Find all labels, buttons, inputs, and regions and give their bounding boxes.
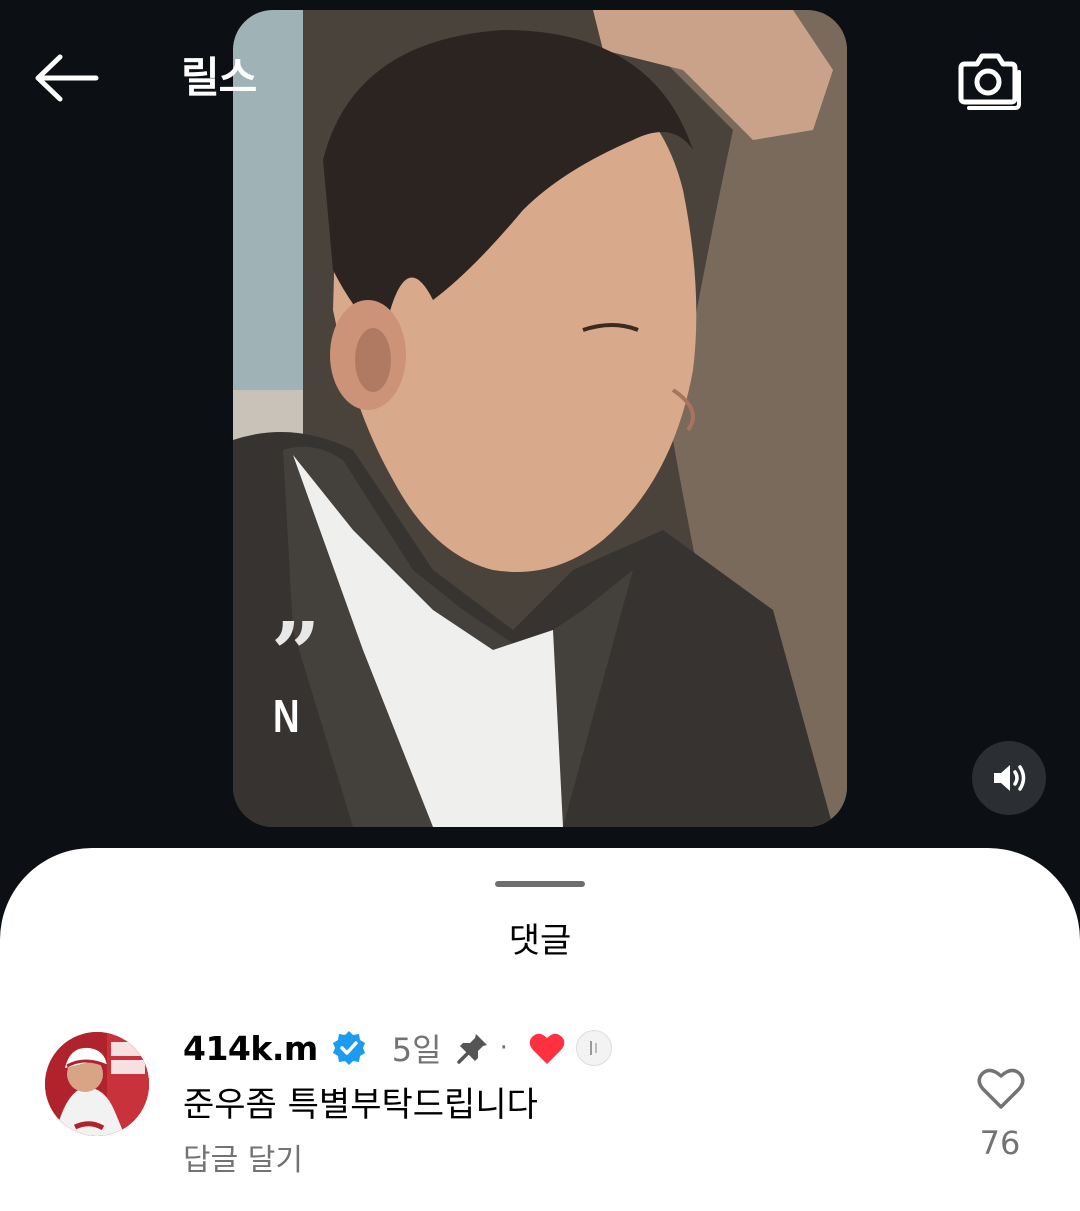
camera-button[interactable] bbox=[950, 44, 1030, 118]
comment-header: 414k.m 5일 · bbox=[183, 1023, 612, 1073]
video-overlay-quote: ” bbox=[271, 604, 321, 705]
pin-icon bbox=[456, 1031, 490, 1065]
arrow-left-icon bbox=[35, 54, 99, 102]
volume-button[interactable] bbox=[972, 741, 1046, 815]
sheet-title: 댓글 bbox=[508, 921, 572, 961]
like-count: 76 bbox=[979, 1124, 1021, 1162]
reel-video-frame bbox=[233, 10, 847, 827]
like-comment-button[interactable] bbox=[972, 1063, 1030, 1113]
back-button[interactable] bbox=[30, 45, 104, 111]
video-overlay-letter: N bbox=[273, 690, 300, 742]
heart-outline-icon bbox=[977, 1068, 1025, 1109]
reels-viewer: 릴스 ” N bbox=[0, 0, 1080, 860]
avatar[interactable] bbox=[45, 1032, 149, 1136]
liked-by-author-heart-icon bbox=[528, 1030, 566, 1066]
comment-username[interactable]: 414k.m bbox=[183, 1029, 318, 1068]
page-title: 릴스 bbox=[181, 53, 257, 102]
avatar-image bbox=[45, 1032, 149, 1136]
volume-on-icon bbox=[994, 765, 1026, 791]
comment-text: 준우좀 특별부탁드립니다 bbox=[183, 1085, 538, 1125]
reel-video[interactable]: ” N bbox=[233, 10, 847, 827]
comments-sheet: 댓글 414k.m 5일 · 준우좀 특별부탁드립니다 답글 달기 76 bbox=[0, 848, 1080, 1211]
reply-button[interactable]: 답글 달기 bbox=[183, 1138, 303, 1184]
verified-badge-icon bbox=[330, 1029, 368, 1067]
separator-dot: · bbox=[499, 1033, 508, 1063]
author-avatar-icon bbox=[575, 1030, 612, 1066]
camera-icon bbox=[958, 53, 1021, 110]
comment-time: 5일 bbox=[391, 1031, 442, 1069]
drag-handle[interactable] bbox=[495, 881, 585, 887]
